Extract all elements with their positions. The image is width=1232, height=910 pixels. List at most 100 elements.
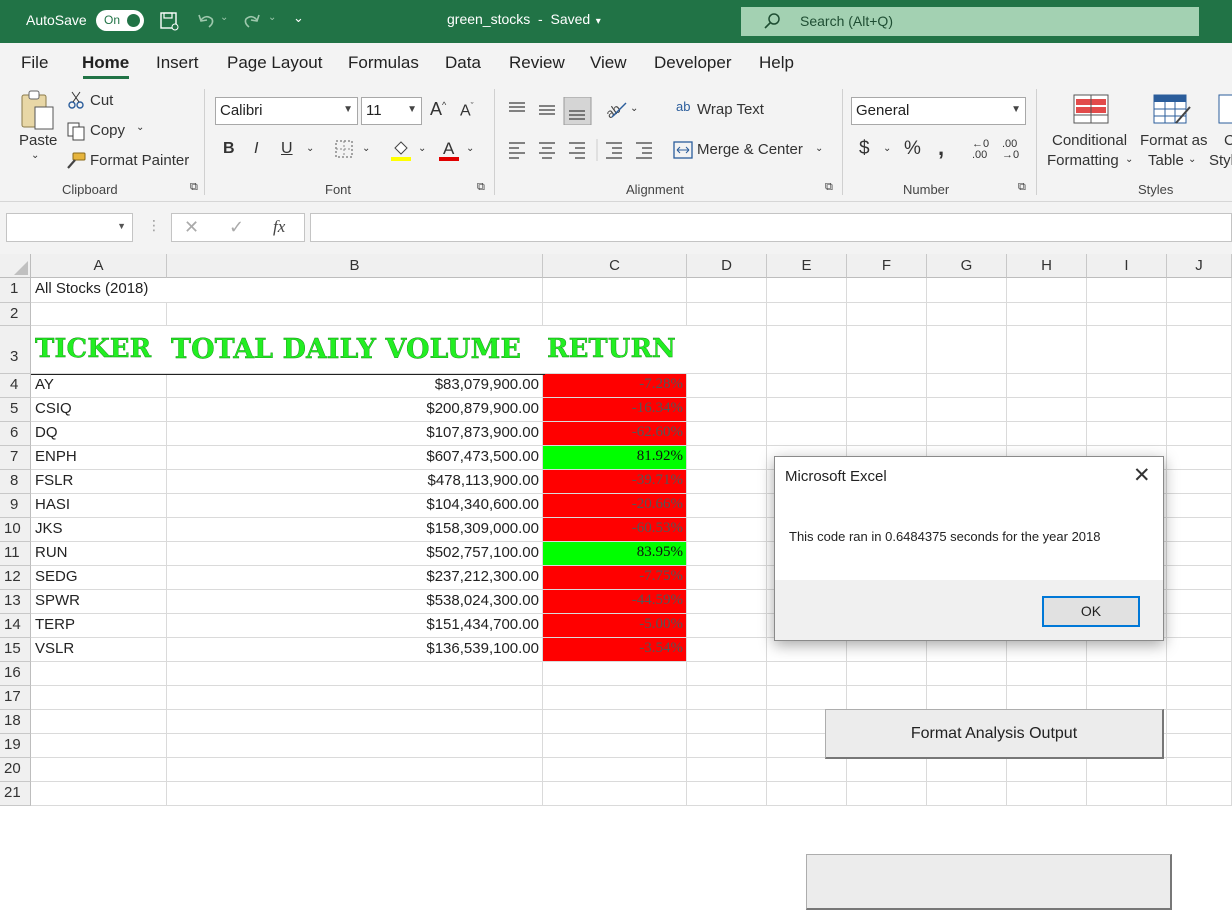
- cell[interactable]: [767, 303, 847, 326]
- ticker-cell[interactable]: FSLR: [31, 470, 167, 494]
- close-icon[interactable]: ✕: [1133, 463, 1151, 488]
- ticker-cell[interactable]: JKS: [31, 518, 167, 542]
- wrap-text-icon[interactable]: ab: [676, 99, 690, 114]
- cell[interactable]: [167, 734, 543, 758]
- borders-icon[interactable]: [334, 139, 354, 159]
- cell[interactable]: [927, 638, 1007, 662]
- scissors-icon[interactable]: [67, 91, 85, 109]
- clipboard-launcher-icon[interactable]: ⧉: [190, 181, 198, 194]
- redo-dropdown-icon[interactable]: ⌄: [268, 12, 276, 23]
- cell[interactable]: [1167, 590, 1232, 614]
- format-as-table-icon[interactable]: [1152, 93, 1192, 127]
- return-cell[interactable]: -5.00%: [543, 614, 687, 638]
- name-box-dropdown-icon[interactable]: ▼: [117, 221, 126, 231]
- undo-dropdown-icon[interactable]: ⌄: [220, 12, 228, 23]
- cell[interactable]: [1167, 758, 1232, 782]
- conditional-formatting-dropdown-icon[interactable]: ⌄: [1125, 154, 1133, 165]
- cell[interactable]: [767, 758, 847, 782]
- volume-cell[interactable]: $151,434,700.00: [167, 614, 543, 638]
- return-cell[interactable]: -60.53%: [543, 518, 687, 542]
- cell[interactable]: [167, 782, 543, 806]
- cell[interactable]: [31, 710, 167, 734]
- paste-label[interactable]: Paste: [19, 132, 57, 149]
- format-analysis-output-button[interactable]: Format Analysis Output: [825, 709, 1164, 759]
- cell[interactable]: [927, 303, 1007, 326]
- cell[interactable]: [687, 303, 767, 326]
- cell[interactable]: [687, 566, 767, 590]
- cell[interactable]: [543, 278, 687, 303]
- cell-styles-label-2[interactable]: Styl: [1209, 152, 1232, 169]
- cell[interactable]: [767, 374, 847, 398]
- comma-style-icon[interactable]: ,: [938, 135, 944, 161]
- font-size-select[interactable]: 11 ▼: [361, 97, 422, 125]
- return-cell[interactable]: -44.59%: [543, 590, 687, 614]
- row-header-17[interactable]: 17: [0, 686, 31, 710]
- volume-cell[interactable]: $200,879,900.00: [167, 398, 543, 422]
- cell[interactable]: [167, 662, 543, 686]
- cell[interactable]: [167, 303, 543, 326]
- cell[interactable]: [767, 638, 847, 662]
- ticker-cell[interactable]: SPWR: [31, 590, 167, 614]
- tab-data[interactable]: Data: [445, 53, 481, 73]
- wrap-text-button[interactable]: Wrap Text: [697, 101, 764, 118]
- cell[interactable]: [927, 398, 1007, 422]
- cell[interactable]: [687, 374, 767, 398]
- cell[interactable]: [687, 326, 767, 374]
- cell[interactable]: [1087, 638, 1167, 662]
- conditional-formatting-label-1[interactable]: Conditional: [1052, 132, 1127, 149]
- ticker-cell[interactable]: HASI: [31, 494, 167, 518]
- copy-icon[interactable]: [66, 121, 86, 141]
- cell[interactable]: [1167, 782, 1232, 806]
- cell[interactable]: [543, 686, 687, 710]
- cell[interactable]: [543, 662, 687, 686]
- volume-cell[interactable]: $104,340,600.00: [167, 494, 543, 518]
- percent-icon[interactable]: %: [904, 138, 921, 160]
- cell[interactable]: [1087, 662, 1167, 686]
- cell[interactable]: [1087, 278, 1167, 303]
- cell[interactable]: [1007, 422, 1087, 446]
- cell[interactable]: [1087, 782, 1167, 806]
- column-header-c[interactable]: C: [543, 254, 687, 278]
- tab-home[interactable]: Home: [82, 53, 129, 73]
- cell[interactable]: [1007, 326, 1087, 374]
- cell[interactable]: [927, 758, 1007, 782]
- vertical-align-icons[interactable]: [506, 97, 592, 125]
- return-cell[interactable]: 83.95%: [543, 542, 687, 566]
- volume-cell[interactable]: $136,539,100.00: [167, 638, 543, 662]
- orientation-icon[interactable]: ab: [604, 97, 630, 121]
- font-launcher-icon[interactable]: ⧉: [477, 181, 485, 194]
- ticker-cell[interactable]: VSLR: [31, 638, 167, 662]
- column-header-d[interactable]: D: [687, 254, 767, 278]
- cell[interactable]: [1167, 374, 1232, 398]
- cell[interactable]: [1007, 782, 1087, 806]
- return-cell[interactable]: 81.92%: [543, 446, 687, 470]
- cell[interactable]: [31, 782, 167, 806]
- tab-help[interactable]: Help: [759, 53, 794, 73]
- decrease-decimal-icon[interactable]: .00 →0: [1002, 139, 1019, 161]
- cell[interactable]: [687, 542, 767, 566]
- cell[interactable]: [687, 278, 767, 303]
- cell[interactable]: [1087, 398, 1167, 422]
- increase-decimal-icon[interactable]: ←0.00: [972, 139, 989, 161]
- cell[interactable]: [1087, 422, 1167, 446]
- cell[interactable]: [1167, 566, 1232, 590]
- row-header-20[interactable]: 20: [0, 758, 31, 782]
- cell[interactable]: [31, 734, 167, 758]
- cell[interactable]: [31, 662, 167, 686]
- cell[interactable]: [1167, 518, 1232, 542]
- font-color-icon[interactable]: A: [438, 138, 460, 162]
- merge-center-button[interactable]: Merge & Center: [697, 141, 803, 158]
- volume-cell[interactable]: $158,309,000.00: [167, 518, 543, 542]
- cell[interactable]: [687, 710, 767, 734]
- tab-insert[interactable]: Insert: [156, 53, 199, 73]
- row-header-5[interactable]: 5: [0, 398, 31, 422]
- cell[interactable]: [767, 422, 847, 446]
- cell[interactable]: [687, 734, 767, 758]
- cell[interactable]: [1167, 422, 1232, 446]
- volume-cell[interactable]: $478,113,900.00: [167, 470, 543, 494]
- cell-styles-label-1[interactable]: C: [1224, 132, 1232, 149]
- volume-cell[interactable]: $538,024,300.00: [167, 590, 543, 614]
- cell[interactable]: [687, 398, 767, 422]
- cell[interactable]: [847, 758, 927, 782]
- document-title[interactable]: green_stocks - Saved ▾: [447, 11, 601, 27]
